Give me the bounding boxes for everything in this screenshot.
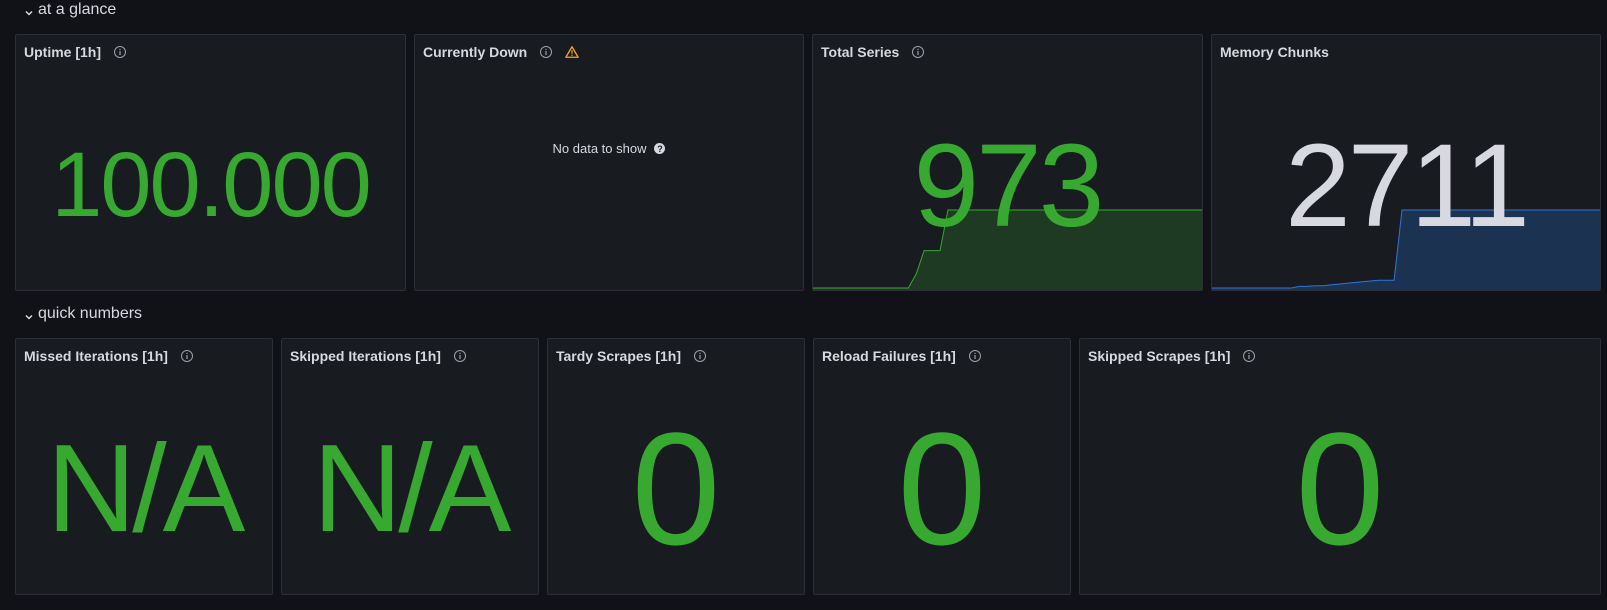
panel-header: Tardy Scrapes [1h] — [556, 347, 796, 365]
panel-header: Memory Chunks — [1220, 43, 1592, 61]
panel-title: Currently Down — [423, 44, 528, 60]
panel-total-series: Total Series 973 — [812, 34, 1203, 291]
panel-header: Currently Down — [423, 43, 795, 61]
panel-header: Skipped Scrapes [1h] — [1088, 347, 1592, 365]
panel-title: Skipped Scrapes [1h] — [1088, 348, 1231, 364]
panel-uptime: Uptime [1h] 100.000 — [15, 34, 406, 291]
panel-missed-iterations: Missed Iterations [1h] N/A — [15, 338, 273, 595]
info-icon[interactable] — [180, 349, 194, 363]
panel-title: Missed Iterations [1h] — [24, 348, 168, 364]
stat-value: 0 — [897, 399, 987, 578]
stat-value: 100.000 — [51, 134, 372, 236]
row-title: quick numbers — [38, 305, 143, 322]
info-icon[interactable] — [911, 45, 925, 59]
panel-header: Total Series — [821, 43, 1194, 61]
panel-header: Skipped Iterations [1h] — [290, 347, 530, 365]
panel-header: Uptime [1h] — [24, 43, 397, 61]
info-icon[interactable] — [693, 349, 707, 363]
panel-title: Tardy Scrapes [1h] — [556, 348, 682, 364]
panel-tardy-scrapes: Tardy Scrapes [1h] 0 — [547, 338, 805, 595]
no-data-message: No data to show ? — [415, 141, 803, 156]
stat-value: 973 — [913, 120, 1105, 252]
warning-icon[interactable] — [565, 45, 580, 59]
row-header-at-a-glance[interactable]: at a glance — [24, 1, 116, 19]
panel-memory-chunks: Memory Chunks 2711 — [1211, 34, 1601, 291]
stat-value: 0 — [1295, 399, 1385, 578]
panel-skipped-iterations: Skipped Iterations [1h] N/A — [281, 338, 539, 595]
panel-header: Reload Failures [1h] — [822, 347, 1062, 365]
stat-value: N/A — [312, 420, 512, 558]
no-data-text: No data to show — [552, 141, 647, 156]
row-header-quick-numbers[interactable]: quick numbers — [24, 305, 142, 323]
info-icon[interactable] — [113, 45, 127, 59]
stat-value: 2711 — [1285, 120, 1530, 252]
panel-title: Memory Chunks — [1220, 44, 1329, 60]
panel-header: Missed Iterations [1h] — [24, 347, 264, 365]
info-icon[interactable] — [453, 349, 467, 363]
panel-title: Uptime [1h] — [24, 44, 101, 60]
panel-title: Total Series — [821, 44, 900, 60]
panel-currently-down: Currently Down No data to show ? — [414, 34, 804, 291]
stat-value: 0 — [631, 399, 721, 578]
help-icon[interactable]: ? — [654, 143, 666, 154]
row-title: at a glance — [38, 1, 117, 18]
chevron-down-icon — [24, 309, 34, 320]
panel-title: Reload Failures [1h] — [822, 348, 956, 364]
info-icon[interactable] — [539, 45, 553, 59]
chevron-down-icon — [24, 5, 34, 16]
panel-reload-failures: Reload Failures [1h] 0 — [813, 338, 1071, 595]
info-icon[interactable] — [968, 349, 982, 363]
info-icon[interactable] — [1242, 349, 1256, 363]
stat-value: N/A — [46, 420, 246, 558]
panel-title: Skipped Iterations [1h] — [290, 348, 441, 364]
panel-skipped-scrapes: Skipped Scrapes [1h] 0 — [1079, 338, 1601, 595]
